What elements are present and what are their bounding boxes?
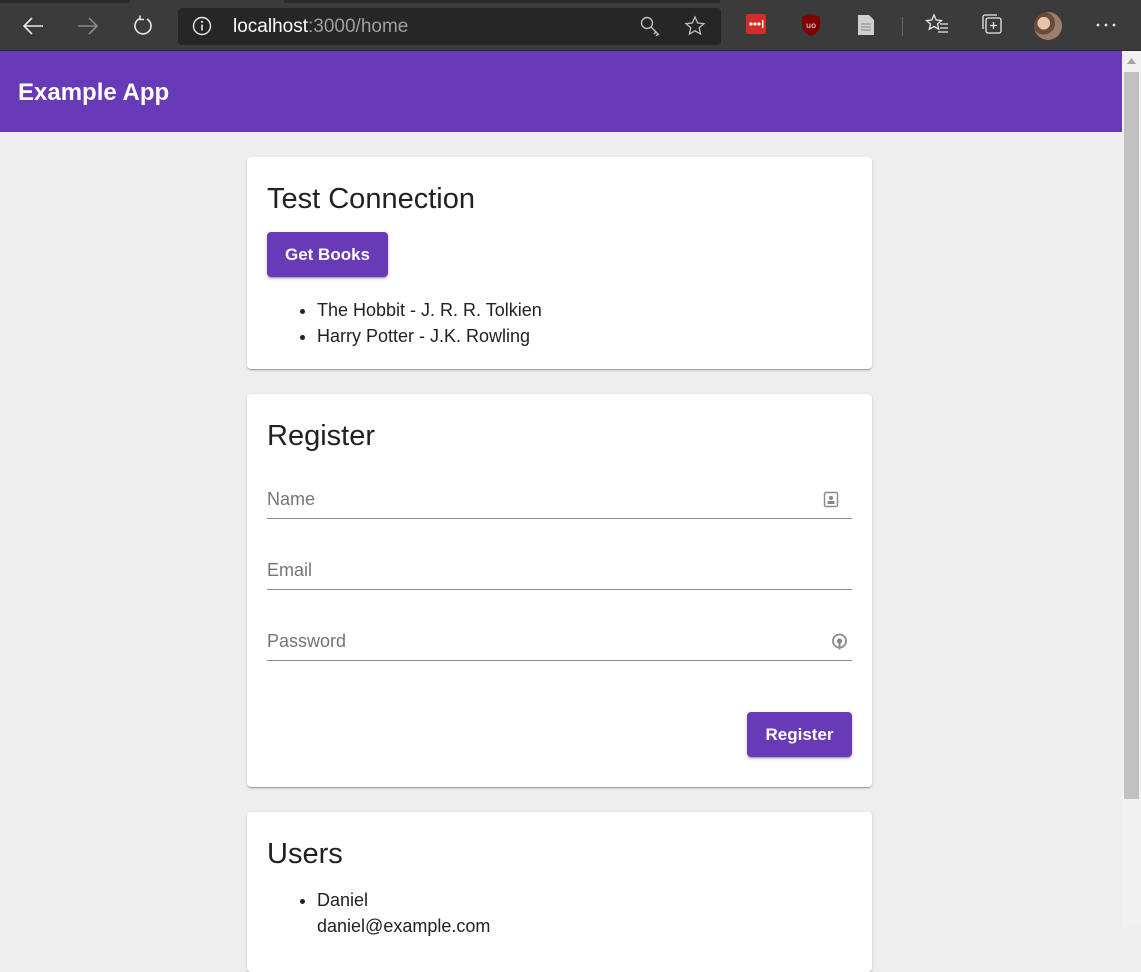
- url-text[interactable]: localhost:3000/home: [233, 16, 408, 37]
- url-host: localhost: [233, 16, 308, 37]
- list-item: Daniel daniel@example.com: [317, 887, 490, 939]
- card-title: Test Connection: [267, 183, 475, 215]
- refresh-icon: [134, 15, 152, 35]
- users-list: Daniel daniel@example.com: [269, 887, 490, 939]
- test-connection-card: Test Connection Get Books The Hobbit - J…: [247, 157, 872, 369]
- forward-button[interactable]: [71, 9, 105, 43]
- ublock-extension-icon[interactable]: uo: [800, 13, 822, 42]
- lastpass-extension-icon[interactable]: [745, 13, 767, 40]
- get-books-button[interactable]: Get Books: [267, 232, 388, 277]
- forward-icon: [78, 17, 99, 35]
- collections-icon[interactable]: [981, 13, 1003, 40]
- reader-extension-icon[interactable]: [856, 13, 876, 42]
- svg-text:uo: uo: [806, 21, 816, 30]
- page-scrollbar[interactable]: [1122, 51, 1141, 927]
- more-icon[interactable]: [1095, 14, 1117, 41]
- back-button[interactable]: [16, 9, 50, 43]
- scrollbar-thumb[interactable]: [1124, 72, 1139, 799]
- books-list: The Hobbit - J. R. R. Tolkien Harry Pott…: [269, 297, 542, 349]
- tab-strip-edge: [284, 0, 720, 3]
- favorites-icon[interactable]: [924, 13, 949, 40]
- key-icon[interactable]: [639, 15, 661, 42]
- register-button[interactable]: Register: [747, 712, 852, 757]
- email-field: [267, 555, 852, 590]
- register-card: Register Register: [247, 394, 872, 787]
- password-input[interactable]: [267, 626, 807, 656]
- toolbar-separator: [902, 17, 903, 36]
- tab-strip-edge: [0, 0, 130, 3]
- app-title: Example App: [18, 79, 170, 106]
- list-item: The Hobbit - J. R. R. Tolkien: [317, 297, 542, 323]
- info-icon[interactable]: [192, 16, 212, 41]
- refresh-button[interactable]: [126, 9, 160, 43]
- url-path: :3000/home: [308, 16, 409, 37]
- user-name: Daniel: [317, 890, 369, 910]
- app-toolbar: Example App: [0, 51, 1122, 132]
- star-icon[interactable]: [684, 15, 706, 42]
- avatar[interactable]: [1034, 12, 1062, 40]
- address-bar[interactable]: localhost:3000/home: [178, 8, 721, 45]
- back-icon: [22, 17, 43, 35]
- scroll-up-arrow-icon[interactable]: [1127, 58, 1136, 64]
- user-email: daniel@example.com: [317, 916, 491, 936]
- name-input[interactable]: [267, 484, 807, 514]
- list-item: Harry Potter - J.K. Rowling: [317, 323, 542, 349]
- password-field: [267, 626, 852, 661]
- email-input[interactable]: [267, 555, 807, 585]
- card-title: Register: [267, 420, 375, 452]
- name-field: [267, 484, 852, 519]
- password-manager-icon[interactable]: [831, 633, 848, 656]
- browser-toolbar: localhost:3000/home uo: [0, 0, 1141, 51]
- contact-card-icon: [823, 491, 839, 513]
- users-card: Users Daniel daniel@example.com: [247, 812, 872, 972]
- card-title: Users: [267, 838, 343, 870]
